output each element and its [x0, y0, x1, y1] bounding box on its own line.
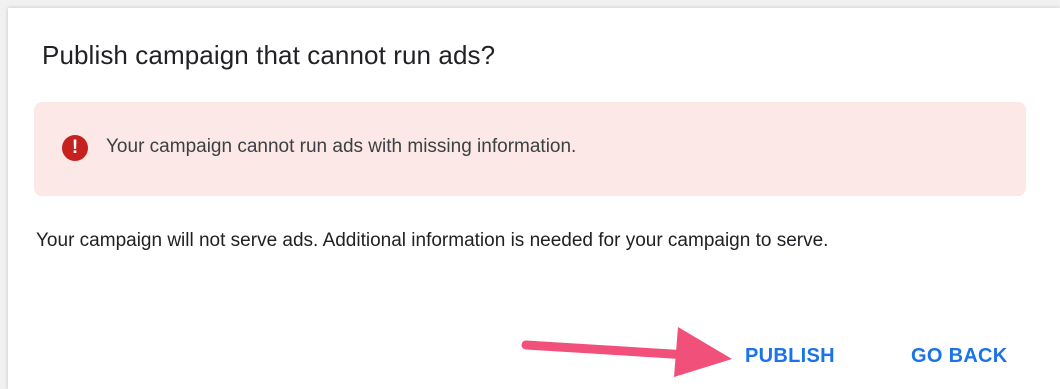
- error-alert-banner: ! Your campaign cannot run ads with miss…: [34, 102, 1026, 196]
- alert-message: Your campaign cannot run ads with missin…: [106, 136, 577, 157]
- error-icon: !: [62, 135, 88, 161]
- screenshot-canvas: Publish campaign that cannot run ads? ! …: [0, 0, 1060, 389]
- arrow-icon: [521, 327, 732, 377]
- dialog-title: Publish campaign that cannot run ads?: [42, 40, 496, 70]
- dialog-body-text: Your campaign will not serve ads. Additi…: [36, 230, 829, 251]
- go-back-button[interactable]: GO BACK: [911, 345, 1008, 368]
- publish-button[interactable]: PUBLISH: [745, 345, 835, 368]
